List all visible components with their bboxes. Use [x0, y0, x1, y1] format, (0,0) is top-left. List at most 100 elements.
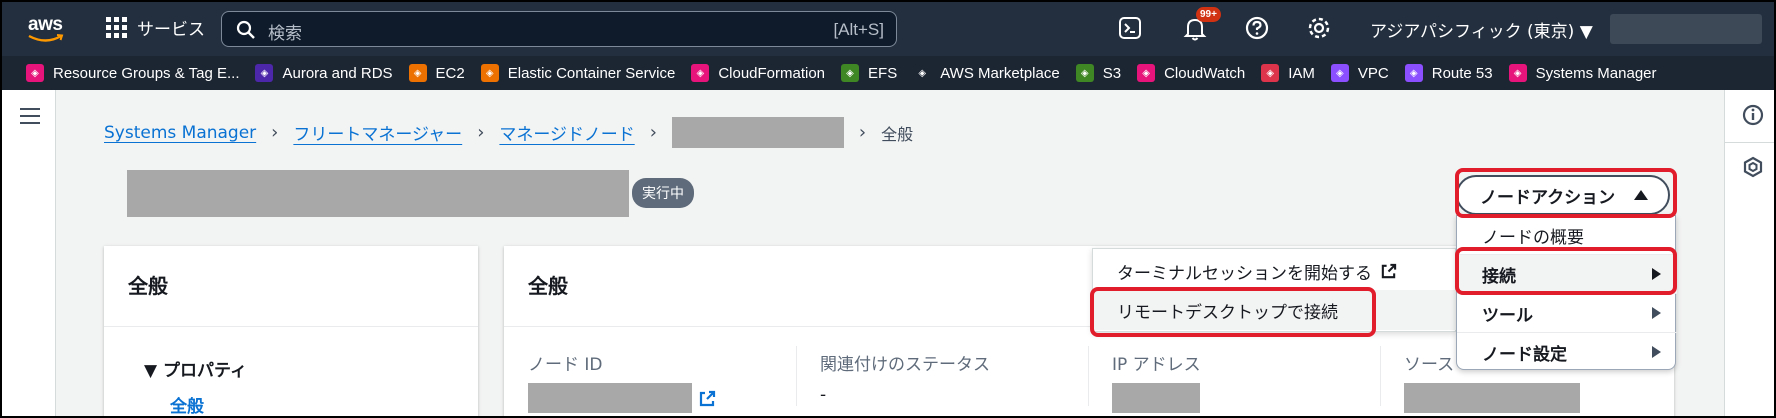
chevron-right-icon: ›: [271, 122, 279, 143]
vpc-icon: ◈: [1330, 64, 1349, 82]
top-navigation: aws サービス 検索 [Alt+S] 99+ アジアパシフィック (東京) ▼: [2, 2, 1774, 56]
cloudshell-icon[interactable]: [1118, 16, 1142, 40]
breadcrumb-fleet-manager[interactable]: フリートマネージャー: [293, 120, 462, 145]
search-placeholder: 検索: [268, 24, 302, 44]
iam-icon: ◈: [1261, 64, 1280, 82]
favorite-label: AWS Marketplace: [940, 64, 1060, 82]
connect-submenu: ターミナルセッションを開始する リモートデスクトップで接続: [1092, 248, 1457, 332]
hexagon-icon[interactable]: [1742, 156, 1764, 178]
external-link-icon: [1381, 263, 1397, 278]
divider: [1725, 142, 1774, 143]
screenshot-frame: aws サービス 検索 [Alt+S] 99+ アジアパシフィック (東京) ▼…: [0, 0, 1776, 418]
favorite-cloudwatch[interactable]: ◈ CloudWatch: [1137, 64, 1245, 82]
source-value-redacted: [1404, 383, 1580, 413]
node-id-value-redacted[interactable]: [528, 383, 692, 413]
remote-desktop-connect-item[interactable]: リモートデスクトップで接続: [1093, 290, 1457, 330]
favorite-label: Elastic Container Service: [507, 64, 676, 82]
caret-right-icon: [1652, 346, 1661, 358]
ip-address-field: IP アドレス: [1112, 350, 1201, 413]
favorite-resource-groups[interactable]: ◈ Resource Groups & Tag E...: [26, 64, 239, 82]
favorite-label: EC2: [435, 64, 465, 82]
properties-toggle[interactable]: ▼ プロパティ: [144, 356, 247, 381]
favorite-route53[interactable]: ◈ Route 53: [1404, 64, 1493, 82]
favorite-rds[interactable]: ◈ Aurora and RDS: [255, 64, 393, 82]
ip-address-value-redacted: [1112, 383, 1200, 413]
breadcrumb-node-redacted[interactable]: [671, 117, 844, 148]
resource-groups-icon: ◈: [26, 64, 44, 82]
marketplace-icon: ◈: [913, 64, 932, 82]
breadcrumb-systems-manager[interactable]: Systems Manager: [104, 123, 256, 143]
route53-icon: ◈: [1404, 64, 1423, 82]
account-menu-redacted[interactable]: [1610, 14, 1762, 44]
favorite-s3[interactable]: ◈ S3: [1075, 64, 1122, 82]
search-input[interactable]: 検索 [Alt+S]: [221, 11, 897, 47]
chevron-right-icon: ›: [477, 122, 485, 143]
general-nav-link[interactable]: 全般: [170, 392, 204, 416]
external-link-icon[interactable]: [698, 390, 716, 408]
left-navigation-rail: [2, 90, 56, 416]
favorite-ecs[interactable]: ◈ Elastic Container Service: [480, 64, 676, 82]
chevron-right-icon: ›: [649, 122, 657, 143]
ec2-icon: ◈: [408, 64, 427, 82]
favorites-bar: ◈ Resource Groups & Tag E... ◈ Aurora and R…: [2, 56, 1774, 90]
breadcrumb-managed-nodes[interactable]: マネージドノード: [499, 120, 634, 145]
status-badge: 実行中: [632, 178, 694, 208]
favorite-ec2[interactable]: ◈ EC2: [408, 64, 465, 82]
favorite-label: Resource Groups & Tag E...: [53, 64, 240, 82]
favorite-label: S3: [1102, 64, 1122, 82]
search-icon: [236, 20, 255, 39]
help-icon[interactable]: [1245, 16, 1269, 40]
node-actions-menu: ノードの概要 接続 ツール ノード設定: [1456, 215, 1677, 371]
caret-right-icon: [1652, 307, 1661, 319]
menu-item-node-settings[interactable]: ノード設定: [1457, 333, 1677, 371]
menu-item-connect[interactable]: 接続: [1457, 255, 1677, 293]
right-utility-rail: [1724, 90, 1774, 416]
association-status-field: 関連付けのステータス -: [820, 355, 990, 405]
menu-item-node-overview[interactable]: ノードの概要: [1457, 216, 1677, 254]
region-selector[interactable]: アジアパシフィック (東京) ▼: [1370, 17, 1593, 42]
favorite-label: EFS: [868, 64, 898, 82]
menu-icon[interactable]: [20, 108, 40, 129]
favorite-cloudformation[interactable]: ◈ CloudFormation: [691, 64, 825, 82]
favorite-iam[interactable]: ◈ IAM: [1261, 64, 1315, 82]
favorite-label: VPC: [1357, 64, 1389, 82]
aws-smile-icon: [28, 34, 64, 42]
info-icon[interactable]: [1742, 104, 1764, 126]
services-menu-button[interactable]: サービス: [106, 15, 205, 40]
cloudformation-icon: ◈: [691, 64, 710, 82]
aws-logo[interactable]: aws: [26, 12, 70, 46]
caret-up-icon: [1634, 190, 1648, 200]
efs-icon: ◈: [841, 64, 860, 82]
menu-item-tools[interactable]: ツール: [1457, 294, 1677, 332]
general-panel-heading: 全般: [528, 274, 568, 298]
systems-manager-icon: ◈: [1508, 64, 1527, 82]
favorite-systems-manager[interactable]: ◈ Systems Manager: [1508, 64, 1657, 82]
node-actions-button[interactable]: ノードアクション: [1456, 175, 1670, 215]
favorite-label: Aurora and RDS: [282, 64, 393, 82]
favorite-label: CloudWatch: [1164, 64, 1246, 82]
s3-icon: ◈: [1075, 64, 1094, 82]
grid-icon: [106, 17, 127, 38]
page-title-redacted: [127, 170, 629, 217]
ecs-icon: ◈: [480, 64, 499, 82]
favorite-efs[interactable]: ◈ EFS: [841, 64, 897, 82]
favorite-marketplace[interactable]: ◈ AWS Marketplace: [913, 64, 1060, 82]
breadcrumb: Systems Manager › フリートマネージャー › マネージドノード …: [104, 117, 913, 148]
favorite-label: Route 53: [1431, 64, 1493, 82]
favorite-vpc[interactable]: ◈ VPC: [1330, 64, 1389, 82]
notification-badge: 99+: [1196, 7, 1221, 22]
breadcrumb-current: 全般: [881, 124, 914, 144]
divider: [104, 326, 478, 327]
favorite-label: IAM: [1288, 64, 1315, 82]
start-terminal-session-item[interactable]: ターミナルセッションを開始する: [1093, 251, 1457, 291]
association-status-value: -: [820, 385, 827, 405]
favorite-label: CloudFormation: [718, 64, 826, 82]
column-separator: [796, 346, 797, 406]
cloudwatch-icon: ◈: [1137, 64, 1156, 82]
gear-icon[interactable]: [1307, 16, 1331, 40]
favorite-label: Systems Manager: [1535, 64, 1657, 82]
node-id-field: ノード ID: [528, 350, 716, 413]
search-shortcut: [Alt+S]: [833, 20, 884, 39]
chevron-right-icon: ›: [858, 122, 867, 143]
column-separator: [1088, 346, 1089, 406]
